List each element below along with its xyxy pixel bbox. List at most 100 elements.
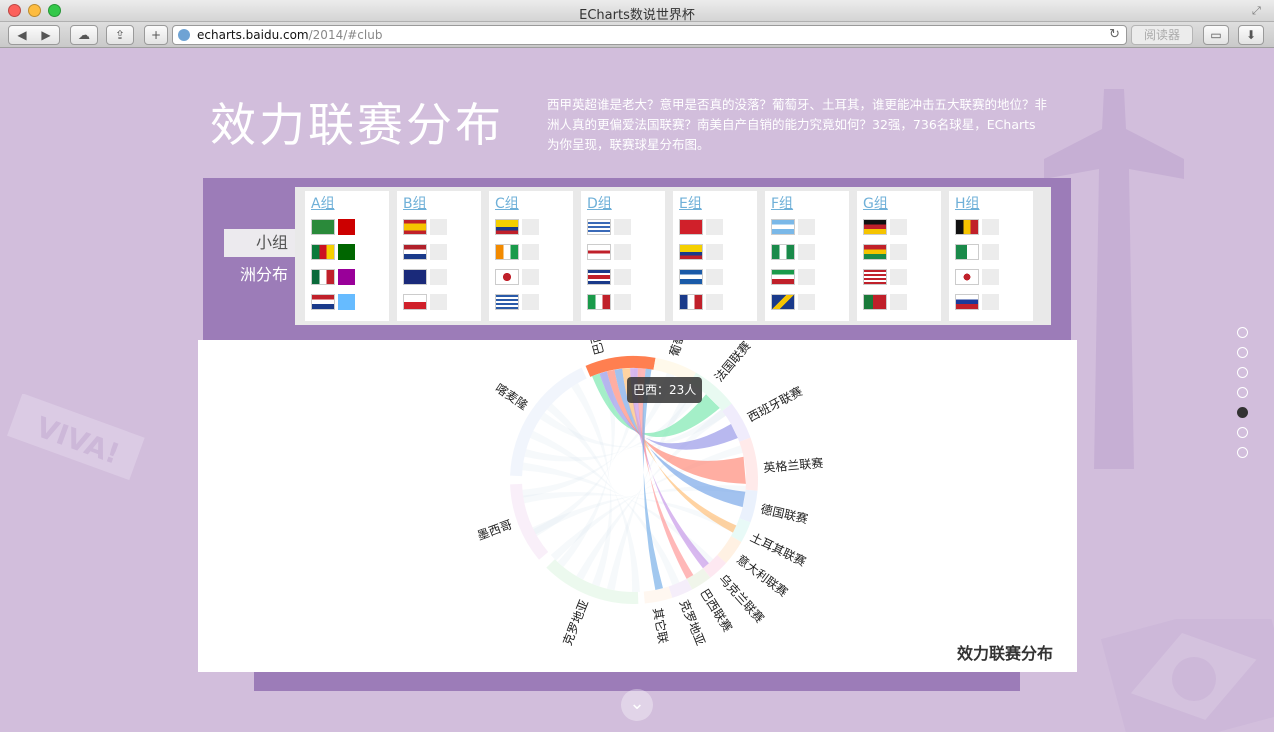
team-row[interactable] (587, 269, 633, 285)
italy-flag-icon[interactable] (587, 294, 611, 310)
tab-group[interactable]: 小组 (224, 229, 298, 257)
france-flag-icon[interactable] (679, 294, 703, 310)
page-dot[interactable] (1237, 387, 1248, 398)
page-dot[interactable] (1237, 447, 1248, 458)
belgium-flag-icon[interactable] (955, 219, 979, 235)
team-toggle[interactable] (890, 294, 907, 310)
algeria-flag-icon[interactable] (955, 244, 979, 260)
team-toggle[interactable] (338, 219, 355, 235)
share-icon[interactable]: ⇪ (106, 25, 134, 45)
team-row[interactable] (955, 219, 1001, 235)
ghana-flag-icon[interactable] (863, 244, 887, 260)
team-row[interactable] (771, 244, 817, 260)
team-toggle[interactable] (338, 269, 355, 285)
reload-icon[interactable]: ↻ (1109, 26, 1120, 44)
team-row[interactable] (403, 219, 449, 235)
team-row[interactable] (403, 269, 449, 285)
chord-segment[interactable] (546, 559, 639, 604)
team-toggle[interactable] (338, 294, 355, 310)
team-row[interactable] (771, 269, 817, 285)
team-toggle[interactable] (890, 244, 907, 260)
page-dot[interactable] (1237, 427, 1248, 438)
team-toggle[interactable] (890, 219, 907, 235)
team-row[interactable] (311, 244, 357, 260)
russia-flag-icon[interactable] (955, 294, 979, 310)
group-link[interactable]: F组 (771, 193, 793, 213)
costa-rica-flag-icon[interactable] (587, 269, 611, 285)
team-row[interactable] (863, 294, 909, 310)
england-flag-icon[interactable] (587, 244, 611, 260)
team-toggle[interactable] (522, 294, 539, 310)
page-dot[interactable] (1237, 367, 1248, 378)
team-toggle[interactable] (798, 244, 815, 260)
uruguay-flag-icon[interactable] (587, 219, 611, 235)
address-bar[interactable]: echarts.baidu.com/2014/#club ↻ (172, 25, 1127, 45)
team-row[interactable] (771, 294, 817, 310)
usa-flag-icon[interactable] (863, 269, 887, 285)
team-toggle[interactable] (430, 294, 447, 310)
team-row[interactable] (679, 269, 725, 285)
reader-button[interactable]: 阅读器 (1131, 25, 1193, 45)
mexico-flag-icon[interactable] (311, 269, 335, 285)
team-toggle[interactable] (522, 244, 539, 260)
team-row[interactable] (863, 244, 909, 260)
team-row[interactable] (679, 219, 725, 235)
switzerland-flag-icon[interactable] (679, 219, 703, 235)
ivory-coast-flag-icon[interactable] (495, 244, 519, 260)
chile-flag-icon[interactable] (403, 294, 427, 310)
brazil-flag-icon[interactable] (311, 219, 335, 235)
bookmarks-icon[interactable]: ▭ (1203, 25, 1229, 45)
team-toggle[interactable] (614, 219, 631, 235)
team-row[interactable] (863, 219, 909, 235)
colombia-flag-icon[interactable] (495, 219, 519, 235)
back-icon[interactable]: ◀ (10, 26, 34, 44)
iran-flag-icon[interactable] (771, 269, 795, 285)
ecuador-flag-icon[interactable] (679, 244, 703, 260)
group-link[interactable]: A组 (311, 193, 335, 213)
cloud-icon[interactable]: ☁ (70, 25, 98, 45)
group-link[interactable]: H组 (955, 193, 980, 213)
team-row[interactable] (311, 294, 357, 310)
team-row[interactable] (495, 269, 541, 285)
team-row[interactable] (771, 219, 817, 235)
germany-flag-icon[interactable] (863, 219, 887, 235)
team-toggle[interactable] (706, 269, 723, 285)
page-dot-active[interactable] (1237, 407, 1248, 418)
group-link[interactable]: G组 (863, 193, 888, 213)
spain-flag-icon[interactable] (403, 219, 427, 235)
argentina-flag-icon[interactable] (771, 219, 795, 235)
cameroon-flag-icon[interactable] (311, 244, 335, 260)
team-toggle[interactable] (430, 244, 447, 260)
group-link[interactable]: B组 (403, 193, 427, 213)
team-toggle[interactable] (982, 294, 999, 310)
team-row[interactable] (587, 244, 633, 260)
team-toggle[interactable] (706, 244, 723, 260)
team-toggle[interactable] (522, 219, 539, 235)
team-toggle[interactable] (798, 269, 815, 285)
team-toggle[interactable] (890, 269, 907, 285)
team-row[interactable] (955, 294, 1001, 310)
forward-icon[interactable]: ▶ (34, 26, 58, 44)
team-toggle[interactable] (982, 244, 999, 260)
croatia-flag-icon[interactable] (311, 294, 335, 310)
group-link[interactable]: D组 (587, 193, 612, 213)
team-row[interactable] (495, 244, 541, 260)
honduras-flag-icon[interactable] (679, 269, 703, 285)
team-toggle[interactable] (982, 219, 999, 235)
korea-flag-icon[interactable] (955, 269, 979, 285)
team-toggle[interactable] (614, 294, 631, 310)
bosnia-flag-icon[interactable] (771, 294, 795, 310)
group-link[interactable]: E组 (679, 193, 702, 213)
team-row[interactable] (587, 294, 633, 310)
tab-continent[interactable]: 洲分布 (224, 261, 298, 289)
team-toggle[interactable] (614, 244, 631, 260)
team-toggle[interactable] (706, 294, 723, 310)
team-row[interactable] (311, 269, 357, 285)
team-toggle[interactable] (522, 269, 539, 285)
team-row[interactable] (495, 294, 541, 310)
nigeria-flag-icon[interactable] (771, 244, 795, 260)
greece-flag-icon[interactable] (495, 294, 519, 310)
scroll-down-icon[interactable]: ⌄ (621, 689, 653, 721)
team-toggle[interactable] (614, 269, 631, 285)
page-dot[interactable] (1237, 347, 1248, 358)
